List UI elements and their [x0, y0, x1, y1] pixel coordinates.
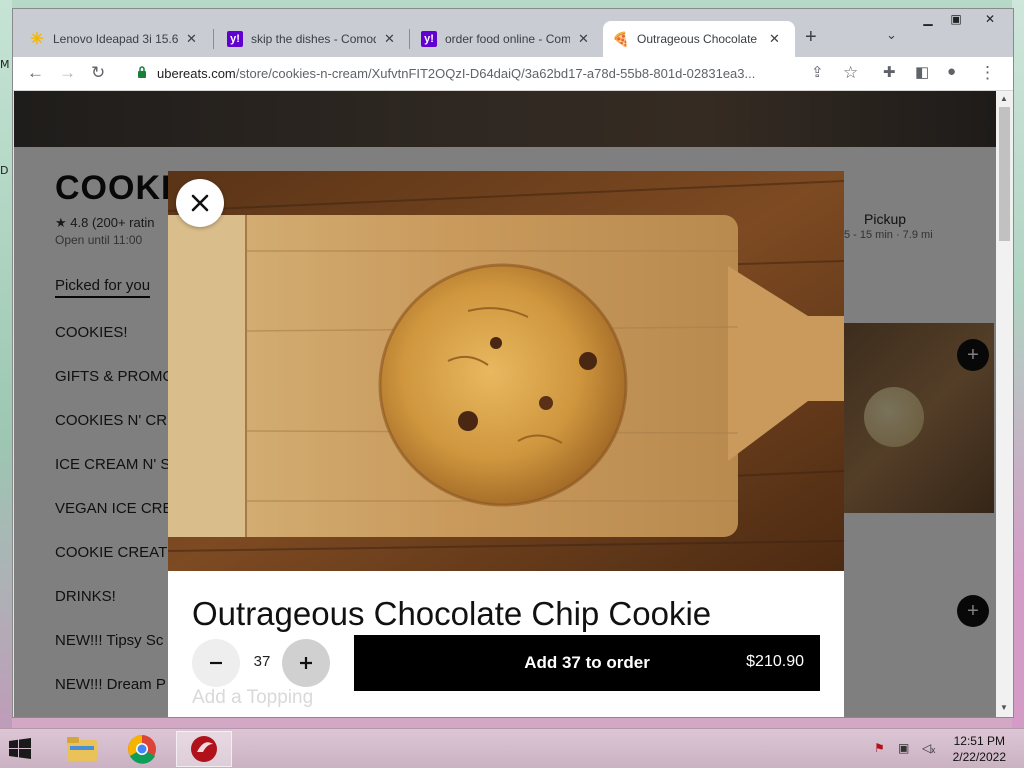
maximize-icon[interactable]: ▣ [942, 9, 970, 29]
order-price: $210.90 [746, 653, 804, 670]
minus-icon [210, 661, 222, 665]
scroll-up-icon[interactable]: ▲ [1000, 94, 1008, 103]
red-app[interactable] [176, 731, 232, 767]
page-scrollbar[interactable]: ▲ ▼ [996, 91, 1013, 717]
address-bar[interactable]: ubereats.com/store/cookies-n-cream/Xufvt… [157, 66, 807, 81]
share-icon[interactable]: ⇪ [811, 63, 824, 81]
tab-title: Outrageous Chocolate C [637, 32, 761, 46]
item-modal: Outrageous Chocolate Chip Cookie 37 Add … [168, 171, 844, 717]
chrome-app[interactable] [114, 731, 170, 767]
tab-lenovo[interactable]: ✳ Lenovo Ideapad 3i 15.6 ✕ [19, 21, 207, 57]
scrollbar-thumb[interactable] [999, 107, 1010, 241]
yahoo-icon: y! [421, 31, 437, 47]
desktop-left-edge [0, 0, 12, 728]
tab-title: order food online - Com [445, 32, 570, 46]
tab-strip: ✳ Lenovo Ideapad 3i 15.6 ✕ y! skip the d… [13, 9, 1013, 57]
increase-quantity-button[interactable] [282, 639, 330, 687]
yahoo-icon: y! [227, 31, 243, 47]
close-tab-icon[interactable]: ✕ [769, 31, 780, 47]
more-menu-icon[interactable]: ⋮ [979, 63, 996, 83]
desktop-glyph: M [0, 58, 10, 71]
clock-time: 12:51 PM [953, 734, 1005, 748]
clock-date: 2/22/2022 [952, 750, 1006, 764]
bookmark-star-icon[interactable]: ☆ [843, 63, 858, 83]
folder-icon [67, 737, 97, 761]
add-to-order-button[interactable]: Add 37 to order $210.90 [354, 635, 820, 691]
close-icon [191, 194, 209, 212]
tab-order-food-online[interactable]: y! order food online - Com ✕ [411, 21, 599, 57]
browser-toolbar: ← → ↻ ubereats.com/store/cookies-n-cream… [13, 57, 1013, 91]
profile-avatar-icon[interactable]: ● [947, 63, 956, 80]
network-icon[interactable]: ▣ [898, 741, 909, 755]
tab-title: skip the dishes - Comod [251, 32, 376, 46]
quantity-value: 37 [253, 653, 271, 670]
flag-warning-icon[interactable]: ⚑ [874, 741, 885, 755]
scroll-down-icon[interactable]: ▼ [1000, 703, 1008, 712]
close-tab-icon[interactable]: ✕ [384, 31, 395, 47]
system-clock[interactable]: 12:51 PM 2/22/2022 [953, 733, 1006, 765]
file-explorer-app[interactable] [54, 731, 110, 767]
side-panel-icon[interactable]: ◧ [915, 63, 929, 81]
add-topping-heading: Add a Topping [192, 687, 314, 708]
new-tab-icon[interactable]: + [805, 26, 817, 49]
tab-separator [213, 29, 214, 49]
tab-search-chevron-icon[interactable]: ⌄ [886, 27, 897, 43]
reload-icon[interactable]: ↻ [91, 63, 105, 83]
url-host: ubereats.com [157, 66, 236, 81]
windows-start-icon[interactable] [8, 737, 32, 761]
tab-skip-the-dishes[interactable]: y! skip the dishes - Comod ✕ [217, 21, 405, 57]
tab-separator [409, 29, 410, 49]
url-path: /store/cookies-n-cream/XufvtnFIT2OQzI-D6… [235, 66, 756, 81]
cookie-product-image [168, 171, 844, 571]
plus-icon [300, 657, 312, 669]
walmart-spark-icon: ✳ [30, 31, 44, 48]
desktop-glyph: D [0, 164, 9, 177]
decrease-quantity-button[interactable] [192, 639, 240, 687]
lock-icon[interactable] [137, 66, 147, 78]
forward-icon[interactable]: → [59, 63, 76, 83]
tab-outrageous-chocolate[interactable]: 🍕 Outrageous Chocolate C ✕ [603, 21, 795, 57]
taskbar: ⚑ ▣ ◁ₓ 12:51 PM 2/22/2022 [0, 728, 1024, 768]
close-tab-icon[interactable]: ✕ [578, 31, 589, 47]
close-modal-button[interactable] [176, 179, 224, 227]
browser-window: ✳ Lenovo Ideapad 3i 15.6 ✕ y! skip the d… [12, 8, 1014, 718]
page-viewport: COOKI ★ 4.8 (200+ ratin Open until 11:00… [14, 91, 996, 717]
extensions-puzzle-icon[interactable]: ✚ [883, 63, 896, 81]
close-tab-icon[interactable]: ✕ [186, 31, 197, 47]
pizza-icon: 🍕 [612, 30, 630, 47]
item-title: Outrageous Chocolate Chip Cookie [192, 595, 712, 632]
chrome-icon [128, 735, 156, 764]
app-red-icon [191, 736, 217, 762]
tab-title: Lenovo Ideapad 3i 15.6 [53, 32, 178, 46]
minimize-icon[interactable]: ▁ [914, 9, 942, 29]
close-window-icon[interactable]: ✕ [970, 9, 1010, 29]
volume-muted-icon[interactable]: ◁ₓ [922, 741, 935, 755]
back-icon[interactable]: ← [27, 63, 44, 83]
